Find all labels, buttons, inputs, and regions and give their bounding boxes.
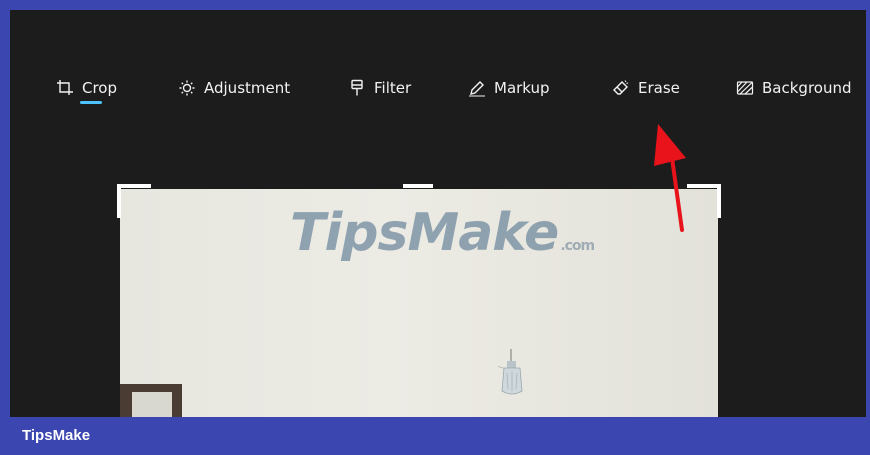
watermark-suffix: .com	[560, 238, 595, 254]
tab-erase-label: Erase	[638, 79, 680, 97]
crop-handle-top[interactable]	[403, 184, 433, 188]
tab-crop-label: Crop	[82, 79, 118, 97]
footer-bar: TipsMake	[0, 417, 870, 455]
background-icon	[736, 79, 754, 97]
photo: TipsMake .com	[120, 189, 718, 417]
brightness-icon	[178, 79, 196, 97]
tab-filter-label: Filter	[374, 79, 412, 97]
tab-adjustment[interactable]: Adjustment	[178, 70, 290, 106]
image-canvas: TipsMake .com	[117, 184, 721, 417]
door-frame	[120, 384, 182, 417]
tab-markup-label: Markup	[494, 79, 550, 97]
filter-icon	[348, 79, 366, 97]
crop-handle-top-left[interactable]	[117, 184, 151, 218]
tab-background-label: Background	[762, 79, 852, 97]
tab-adjustment-label: Adjustment	[204, 79, 291, 97]
eraser-icon	[612, 79, 630, 97]
tab-background[interactable]: Background	[736, 70, 852, 106]
pen-icon	[468, 79, 486, 97]
tab-filter[interactable]: Filter	[348, 70, 411, 106]
wall-lamp	[498, 349, 523, 395]
tab-erase[interactable]: Erase	[612, 70, 680, 106]
red-arrow-annotation	[654, 124, 686, 232]
tab-crop[interactable]: Crop	[56, 70, 117, 106]
watermark: TipsMake .com	[290, 203, 595, 263]
crop-icon	[56, 79, 74, 97]
watermark-brand: TipsMake	[290, 203, 559, 263]
active-tab-indicator	[80, 101, 102, 104]
edit-toolbar: Crop Adjustment Filter Markup Erase Back…	[10, 70, 866, 110]
photo-editor-window: Crop Adjustment Filter Markup Erase Back…	[10, 10, 866, 417]
footer-brand: TipsMake	[22, 427, 91, 444]
tab-markup[interactable]: Markup	[468, 70, 550, 106]
